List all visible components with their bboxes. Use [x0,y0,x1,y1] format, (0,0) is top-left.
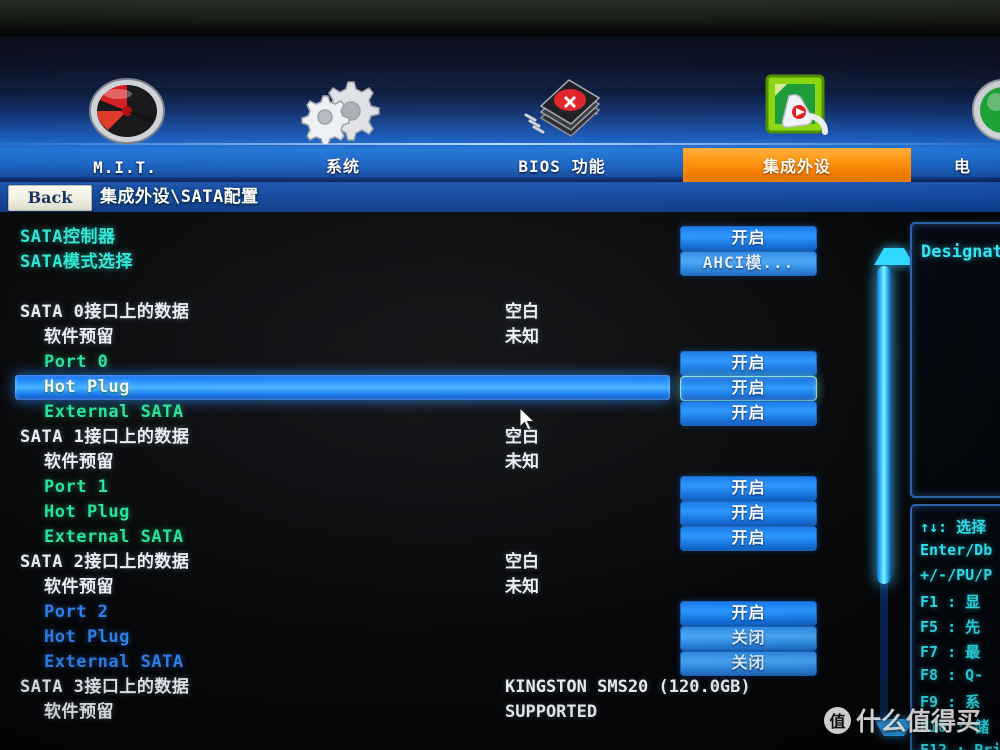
vertical-scrollbar[interactable] [874,248,914,736]
option-button[interactable]: 开启 [680,501,817,526]
bios-screen: GIGABYTE - UEFI DualBIOS M.I.T. [0,0,1000,750]
gauge-icon [89,78,165,144]
row-label: External SATA [44,527,184,547]
option-button[interactable]: 开启 [680,401,817,426]
settings-row[interactable]: SATA 0接口上的数据 空白 [0,300,865,325]
gears-icon [301,81,380,144]
settings-row[interactable]: 软件预留 SUPPORTED [0,700,865,725]
power-icon [972,79,1000,141]
tab-mit[interactable]: M.I.T. [25,78,225,182]
row-value: SUPPORTED [505,702,598,722]
key-hint-row: F7 : 最 [920,643,981,661]
row-label: SATA 0接口上的数据 [20,302,190,322]
row-label: SATA控制器 [20,227,116,247]
main-nav-tabs: M.I.T. 系统 BIOS 功能 集成外设 电 [0,74,1000,182]
row-label: SATA 1接口上的数据 [20,427,190,447]
bios-chip-icon [524,79,601,137]
tab-label-peripherals: 集成外设 [762,157,831,176]
key-hint-row: F1 : 显 [920,593,981,611]
tab-label-bios-features: BIOS 功能 [518,157,606,176]
scroll-up-arrow[interactable] [874,248,914,265]
tab-label-power: 电 [954,157,972,176]
row-label: 软件预留 [44,452,114,472]
tab-power[interactable]: 电 [930,79,1000,182]
breadcrumb: 集成外设\SATA配置 [100,187,259,207]
row-label: 软件预留 [44,577,114,597]
help-panel: Designat [910,222,1000,498]
row-label: External SATA [44,402,184,422]
settings-row[interactable]: SATA 3接口上的数据 KINGSTON SMS20 (120.0GB) [0,675,865,700]
row-value: 未知 [505,577,539,597]
row-label: Port 2 [44,602,109,622]
row-label: 软件预留 [44,702,114,722]
tab-label-mit: M.I.T. [93,158,157,177]
watermark-text: 什么值得买 [856,708,982,736]
row-label: Hot Plug [44,502,130,522]
tab-system[interactable]: 系统 [243,81,443,182]
settings-row[interactable]: 软件预留 未知 [0,325,865,350]
help-panel-title: Designat [921,242,1000,262]
settings-row[interactable]: 软件预留 未知 [0,575,865,600]
row-label: SATA模式选择 [20,252,133,272]
row-label: Hot Plug [44,377,130,397]
option-button[interactable]: 开启 [680,376,817,401]
row-label: Port 0 [44,352,109,372]
option-button[interactable]: 开启 [680,351,817,376]
key-hint-row: +/-/PU/P [920,566,993,584]
peripherals-icon [765,74,828,135]
option-button[interactable]: 开启 [680,476,817,501]
row-label: SATA 3接口上的数据 [20,677,190,697]
monitor-bezel [0,0,1000,38]
key-hint-row: F12 : Pri [920,741,1000,750]
row-label: Port 1 [44,477,109,497]
tab-bios-features[interactable]: BIOS 功能 [462,79,662,182]
option-button[interactable]: AHCI模... [680,251,817,276]
tab-peripherals[interactable]: 集成外设 [683,74,911,182]
back-button[interactable]: Back [8,185,92,211]
settings-list: SATA控制器 SATA模式选择 SATA 0接口上的数据 空白 软件预留 未知 Port … [0,225,865,750]
mouse-cursor [520,408,536,431]
option-button[interactable]: 关闭 [680,626,817,651]
row-label: Hot Plug [44,627,130,647]
key-hint-row: ↑↓: 选择 [920,518,987,536]
settings-row[interactable]: SATA 2接口上的数据 空白 [0,550,865,575]
tab-label-system: 系统 [325,157,360,176]
key-hint-row: Enter/Db [920,541,993,559]
settings-row[interactable]: SATA 1接口上的数据 空白 [0,425,865,450]
row-value: 未知 [505,452,539,472]
settings-row[interactable] [0,275,865,300]
watermark-badge: 值 [824,706,851,734]
row-value: 空白 [505,552,539,572]
option-button[interactable]: 开启 [680,526,817,551]
row-value: 未知 [505,327,539,347]
option-button[interactable]: 开启 [680,601,817,626]
key-hint-row: F8 : Q- [920,666,984,684]
option-button[interactable]: 关闭 [680,651,817,676]
scrollbar-thumb[interactable] [877,266,891,584]
row-value: 空白 [505,302,539,322]
row-label: SATA 2接口上的数据 [20,552,190,572]
key-hint-row: F5 : 先 [920,618,981,636]
row-label: External SATA [44,652,184,672]
option-button[interactable]: 开启 [680,226,817,251]
settings-row[interactable]: 软件预留 未知 [0,450,865,475]
row-value: KINGSTON SMS20 (120.0GB) [505,677,751,697]
watermark: 值 什么值得买 [824,700,981,740]
row-label: 软件预留 [44,327,114,347]
